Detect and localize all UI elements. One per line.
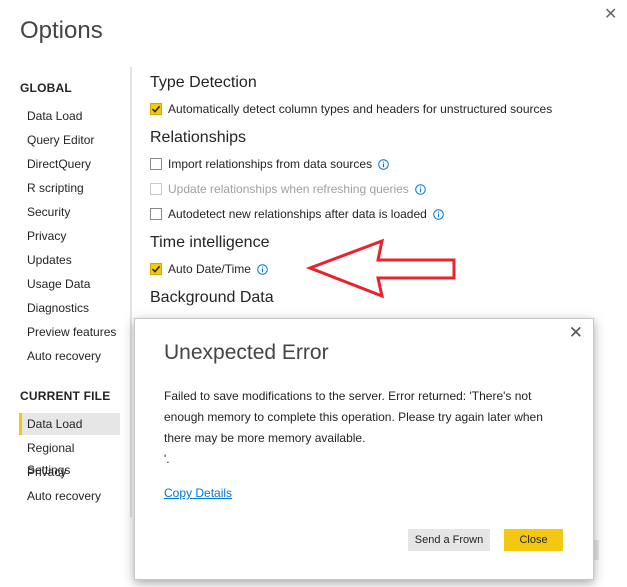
sidebar-item-regional-settings[interactable]: Regional Settings: [19, 437, 120, 477]
info-icon[interactable]: [415, 183, 426, 195]
info-icon[interactable]: [378, 158, 389, 170]
sidebar-item-diagnostics[interactable]: Diagnostics: [19, 297, 120, 319]
error-message: Failed to save modifications to the serv…: [164, 389, 543, 466]
options-window: Options ✕ GLOBAL Data Load Query Editor …: [0, 0, 627, 587]
import-relationships-checkbox[interactable]: [150, 158, 162, 170]
sidebar-item-updates[interactable]: Updates: [19, 249, 120, 271]
sidebar-item-preview-features[interactable]: Preview features: [19, 321, 120, 343]
relationships-heading: Relationships: [150, 129, 247, 146]
sidebar-item-security[interactable]: Security: [19, 201, 120, 223]
sidebar-divider: [130, 67, 132, 517]
time-intelligence-heading: Time intelligence: [150, 234, 270, 251]
auto-date-time-checkbox[interactable]: [150, 263, 162, 275]
sidebar-item-query-editor[interactable]: Query Editor: [19, 129, 120, 151]
type-detection-heading: Type Detection: [150, 74, 257, 91]
auto-detect-types-option[interactable]: Automatically detect column types and he…: [150, 101, 552, 117]
sidebar-item-file-data-load[interactable]: Data Load: [19, 413, 120, 435]
sidebar-item-file-privacy[interactable]: Privacy: [19, 461, 120, 483]
auto-date-time-label: Auto Date/Time: [168, 262, 251, 276]
dialog-title: Unexpected Error: [164, 341, 329, 364]
sidebar-item-auto-recovery[interactable]: Auto recovery: [19, 345, 120, 367]
dialog-close-icon[interactable]: ✕: [569, 323, 583, 343]
checkmark-icon: [151, 265, 161, 273]
sidebar-item-privacy[interactable]: Privacy: [19, 225, 120, 247]
checkmark-icon: [151, 105, 161, 113]
sidebar-item-data-load[interactable]: Data Load: [19, 105, 120, 127]
info-icon[interactable]: [257, 263, 268, 275]
close-icon[interactable]: ✕: [604, 4, 617, 24]
current-file-heading: CURRENT FILE: [20, 389, 111, 403]
underlying-button-edge: [594, 540, 599, 560]
close-button[interactable]: Close: [504, 529, 563, 551]
error-dialog: ✕ Unexpected Error Failed to save modifi…: [134, 318, 594, 580]
window-title: Options: [20, 17, 103, 44]
autodetect-relationships-label: Autodetect new relationships after data …: [168, 207, 427, 221]
sidebar-item-usage-data[interactable]: Usage Data: [19, 273, 120, 295]
sidebar-item-r-scripting[interactable]: R scripting: [19, 177, 120, 199]
auto-detect-types-checkbox[interactable]: [150, 103, 162, 115]
autodetect-relationships-option[interactable]: Autodetect new relationships after data …: [150, 206, 444, 222]
update-relationships-option: Update relationships when refreshing que…: [150, 181, 426, 197]
update-relationships-label: Update relationships when refreshing que…: [168, 182, 409, 196]
red-arrow-annotation: [305, 238, 456, 299]
update-relationships-checkbox: [150, 183, 162, 195]
sidebar-item-file-auto-recovery[interactable]: Auto recovery: [19, 485, 120, 507]
background-data-heading: Background Data: [150, 289, 274, 306]
send-a-frown-button[interactable]: Send a Frown: [408, 529, 490, 551]
copy-details-link[interactable]: Copy Details: [164, 486, 232, 500]
autodetect-relationships-checkbox[interactable]: [150, 208, 162, 220]
global-heading: GLOBAL: [20, 81, 72, 95]
info-icon[interactable]: [433, 208, 444, 220]
sidebar-item-directquery[interactable]: DirectQuery: [19, 153, 120, 175]
import-relationships-option[interactable]: Import relationships from data sources: [150, 156, 389, 172]
import-relationships-label: Import relationships from data sources: [168, 157, 373, 171]
auto-detect-types-label: Automatically detect column types and he…: [168, 102, 553, 116]
auto-date-time-option[interactable]: Auto Date/Time: [150, 261, 268, 277]
